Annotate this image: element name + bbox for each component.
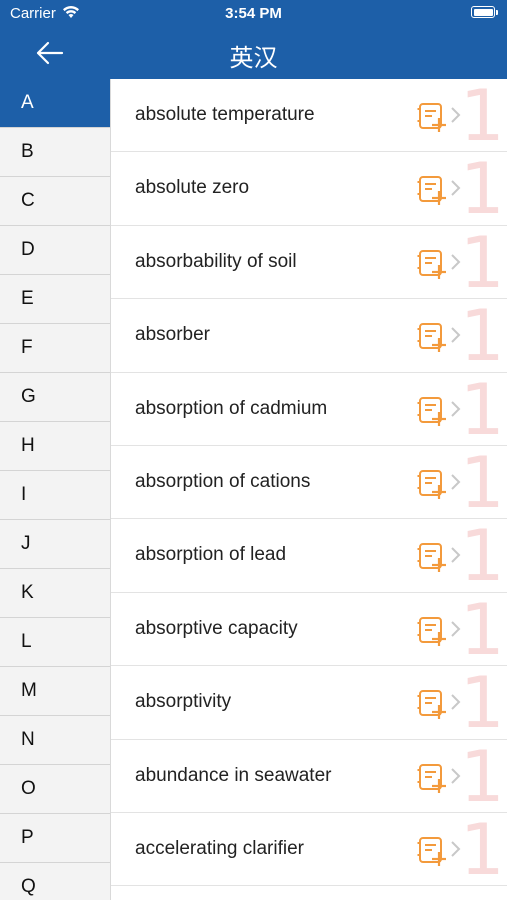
list-item[interactable]: absolute temperature 1 (111, 79, 507, 157)
add-to-notebook-icon[interactable] (417, 321, 449, 353)
add-to-notebook-icon[interactable] (417, 688, 449, 720)
term-text: absolute temperature (135, 104, 315, 125)
term-text: absorption of cations (135, 470, 311, 492)
clock: 3:54 PM (225, 5, 282, 22)
term-text: accelerating clarifier (135, 837, 304, 859)
index-letter-c[interactable]: C (0, 177, 110, 226)
alphabet-index: ABCDEFGHIJKLMNOPQ (0, 79, 111, 900)
rank-number: 1 (460, 735, 505, 818)
index-letter-n[interactable]: N (0, 716, 110, 765)
rank-number: 1 (460, 368, 505, 451)
add-to-notebook-icon[interactable] (417, 762, 449, 794)
top-bar: Carrier 3:54 PM 英汉 (0, 0, 507, 79)
rank-number: 1 (460, 515, 505, 598)
index-letter-q[interactable]: Q (0, 863, 110, 900)
index-letter-b[interactable]: B (0, 128, 110, 177)
index-letter-h[interactable]: H (0, 422, 110, 471)
list-item[interactable]: absorption of cadmium 1 (111, 373, 507, 446)
add-to-notebook-icon[interactable] (417, 541, 449, 573)
add-to-notebook-icon[interactable] (417, 101, 449, 133)
rank-number: 1 (460, 588, 505, 671)
index-letter-j[interactable]: J (0, 520, 110, 569)
rank-number: 1 (460, 662, 505, 745)
term-text: absorption of cadmium (135, 397, 328, 419)
rank-number: 1 (460, 148, 505, 231)
index-letter-l[interactable]: L (0, 618, 110, 667)
index-letter-f[interactable]: F (0, 324, 110, 373)
rank-number: 1 (460, 295, 505, 378)
add-to-notebook-icon[interactable] (417, 615, 449, 647)
rank-number: 1 (460, 221, 505, 304)
add-to-notebook-icon[interactable] (417, 395, 449, 427)
list-item[interactable]: absorption of lead 1 (111, 515, 507, 598)
index-letter-d[interactable]: D (0, 226, 110, 275)
list-item[interactable]: absorber 1 (111, 295, 507, 378)
list-item[interactable]: accelerating clarifier 1 (111, 808, 507, 891)
index-letter-a[interactable]: A (0, 79, 110, 128)
rank-number: 1 (460, 808, 505, 891)
index-letter-i[interactable]: I (0, 471, 110, 520)
term-text: absorptive capacity (135, 617, 298, 639)
battery-icon (471, 6, 498, 18)
list-item[interactable]: abundance in seawater 1 (111, 740, 507, 813)
page-title: 英汉 (229, 45, 278, 72)
term-text: absorption of lead (135, 544, 287, 566)
index-letter-m[interactable]: M (0, 667, 110, 716)
index-letter-e[interactable]: E (0, 275, 110, 324)
index-letter-p[interactable]: P (0, 814, 110, 863)
term-text: absolute zero (135, 177, 250, 199)
navigation-bar: 英汉 (0, 28, 507, 79)
add-to-notebook-icon[interactable] (417, 468, 449, 500)
term-list: absolute temperature 1 absolute zero 1 absor… (111, 79, 507, 900)
rank-number: 1 (460, 441, 505, 524)
list-item[interactable]: absolute zero 1 (111, 148, 507, 231)
list-item[interactable]: absorptivity 1 (111, 662, 507, 745)
index-letter-k[interactable]: K (0, 569, 110, 618)
term-text: absorbability of soil (135, 250, 297, 272)
term-text: absorptivity (135, 691, 232, 713)
add-to-notebook-icon[interactable] (417, 174, 449, 206)
term-text: absorber (135, 324, 210, 346)
list-item[interactable]: absorption of cations 1 (111, 441, 507, 524)
add-to-notebook-icon[interactable] (417, 835, 449, 867)
index-letter-o[interactable]: O (0, 765, 110, 814)
status-bar: Carrier 3:54 PM (0, 0, 507, 28)
index-letter-g[interactable]: G (0, 373, 110, 422)
term-text: abundance in seawater (135, 764, 332, 786)
list-item[interactable]: absorbability of soil 1 (111, 221, 507, 304)
list-item[interactable]: absorptive capacity 1 (111, 588, 507, 671)
add-to-notebook-icon[interactable] (417, 248, 449, 280)
rank-number: 1 (460, 79, 505, 157)
